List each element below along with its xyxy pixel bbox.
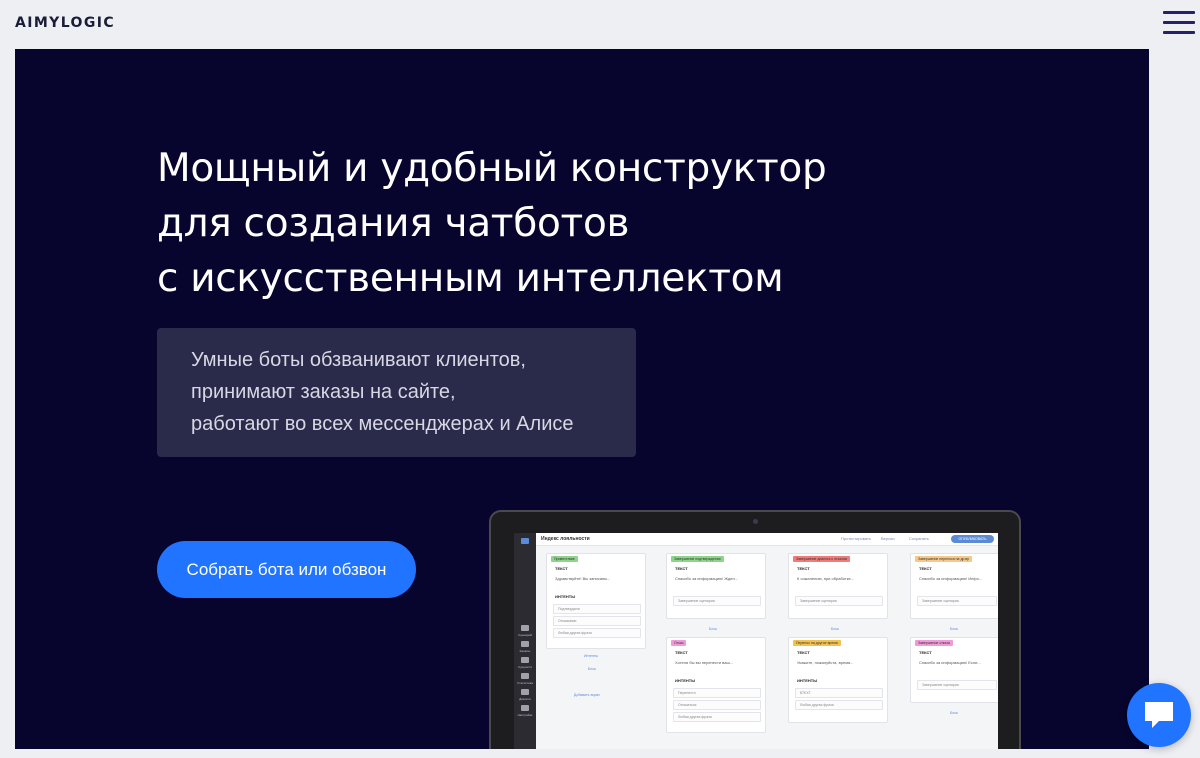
editor-sidebar: Сценарий Каналы Сущности Статистика Диал… <box>514 533 536 749</box>
sidebar-label: Диалоги <box>519 697 531 701</box>
card-text: Спасибо за информацию! Жден... <box>675 576 739 581</box>
text-label: ТЕКСТ <box>919 566 932 571</box>
card-tag: Приветствие <box>551 556 578 562</box>
chat-widget-button[interactable] <box>1127 683 1191 747</box>
hamburger-menu-icon[interactable] <box>1163 11 1195 35</box>
test-link: Протестировать <box>841 536 871 541</box>
hero-subtitle-box: Умные боты обзванивают клиентов, принима… <box>157 328 636 457</box>
text-label: ТЕКСТ <box>555 566 568 571</box>
end-block: Завершение сценария <box>678 599 715 603</box>
screen-card: Завершение диалога с отказом ТЕКСТ К сож… <box>788 553 888 619</box>
publish-pill: ОПУБЛИКОВАТЬ <box>951 535 994 543</box>
hero-section: Мощный и удобный конструктор для создани… <box>15 49 1149 749</box>
hero-subtitle-line: Умные боты обзванивают клиентов, <box>191 349 526 371</box>
intent-item: Перенести <box>678 691 696 695</box>
channels-icon <box>521 641 529 647</box>
entities-icon <box>521 657 529 663</box>
card-tag: Завершение подтверждения <box>671 556 724 562</box>
intent-item: Отказаться <box>678 703 697 707</box>
hero-title-line: с искусственным интеллектом <box>157 256 784 301</box>
app-logo-icon <box>521 538 529 544</box>
intents-label: ИНТЕНТЫ <box>675 678 696 683</box>
intent-item: $TEXT <box>800 691 811 695</box>
intent-item: Любая другая фраза <box>800 703 834 707</box>
hero-title-line: Мощный и удобный конструктор <box>157 146 827 191</box>
laptop-mockup: Сценарий Каналы Сущности Статистика Диал… <box>489 510 1021 749</box>
intents-label: ИНТЕНТЫ <box>555 594 576 599</box>
card-tag: Завершение переноса на др.вр <box>915 556 973 562</box>
editor-toolbar: Индекс лояльности Протестировать Версии … <box>536 533 998 546</box>
intents-label: ИНТЕНТЫ <box>797 678 818 683</box>
chat-bubble-icon <box>1145 702 1173 728</box>
add-block-link: Блок <box>709 627 717 631</box>
end-block: Завершение сценария <box>922 599 959 603</box>
add-block-link: Блок <box>831 627 839 631</box>
hero-subtitle-line: принимают заказы на сайте, <box>191 381 456 403</box>
screen-card: Завершение переноса на др.вр ТЕКСТ Спаси… <box>910 553 998 619</box>
card-text: Спасибо за информацию! Если... <box>919 660 981 665</box>
intent-item: Отказываю <box>558 619 577 623</box>
card-text: Хотели бы вы перенести ваш... <box>675 660 734 665</box>
build-bot-button[interactable]: Собрать бота или обзвон <box>157 541 416 598</box>
sidebar-label: Настройки <box>517 713 533 717</box>
card-tag: Перенос на другое время <box>793 640 841 646</box>
intent-item: Любая другая фраза <box>558 631 592 635</box>
intent-item: Подтвердили <box>558 607 580 611</box>
text-label: ТЕКСТ <box>797 566 810 571</box>
hero-title-line: для создания чатботов <box>157 201 630 246</box>
screen-card: Завершение отказа ТЕКСТ Спасибо за инфор… <box>910 637 998 703</box>
card-text: Здравствуйте! Вы записаны... <box>555 576 611 581</box>
dialogs-icon <box>521 689 529 695</box>
screen-card: Перенос на другое время ТЕКСТ Укажите, п… <box>788 637 888 723</box>
sidebar-label: Статистика <box>517 681 533 685</box>
end-block: Завершение сценария <box>922 683 959 687</box>
card-text: Укажите, пожалуйста, время... <box>797 660 854 665</box>
card-tag: Завершение отказа <box>915 640 953 646</box>
settings-icon <box>521 705 529 711</box>
card-tag: Отказ <box>671 640 687 646</box>
versions-link: Версии <box>881 536 895 541</box>
add-screen-link: Добавить экран <box>574 693 600 697</box>
camera-icon <box>753 519 758 524</box>
intent-item: Любая другая фраза <box>678 715 712 719</box>
logo[interactable]: AIMYLOGIC <box>15 15 115 31</box>
top-bar: AIMYLOGIC <box>0 0 1200 48</box>
project-title: Индекс лояльности <box>541 536 590 542</box>
sidebar-label: Сущности <box>517 665 532 669</box>
screen-card: Отказ ТЕКСТ Хотели бы вы перенести ваш..… <box>666 637 766 733</box>
scenario-icon <box>521 625 529 631</box>
save-link: Сохранить <box>909 536 929 541</box>
end-block: Завершение сценария <box>800 599 837 603</box>
add-block-link: Блок <box>950 627 958 631</box>
card-tag: Завершение диалога с отказом <box>793 556 851 562</box>
hero-subtitle-line: работают во всех мессенджерах и Алисе <box>191 413 574 435</box>
add-intent-link: Интенты <box>584 654 599 658</box>
text-label: ТЕКСТ <box>675 650 688 655</box>
screen-card: Приветствие ТЕКСТ Здравствуйте! Вы запис… <box>546 553 646 649</box>
editor-screenshot: Сценарий Каналы Сущности Статистика Диал… <box>514 533 998 749</box>
screen-card: Завершение подтверждения ТЕКСТ Спасибо з… <box>666 553 766 619</box>
add-block-link: Блок <box>588 667 596 671</box>
sidebar-label: Сценарий <box>518 633 532 637</box>
card-text: К сожалению, при обработке... <box>797 576 855 581</box>
sidebar-label: Каналы <box>519 649 531 653</box>
card-text: Спасибо за информацию! Инфо... <box>919 576 983 581</box>
stats-icon <box>521 673 529 679</box>
text-label: ТЕКСТ <box>675 566 688 571</box>
text-label: ТЕКСТ <box>919 650 932 655</box>
add-block-link: Блок <box>950 711 958 715</box>
text-label: ТЕКСТ <box>797 650 810 655</box>
hero-title: Мощный и удобный конструктор для создани… <box>157 141 917 306</box>
